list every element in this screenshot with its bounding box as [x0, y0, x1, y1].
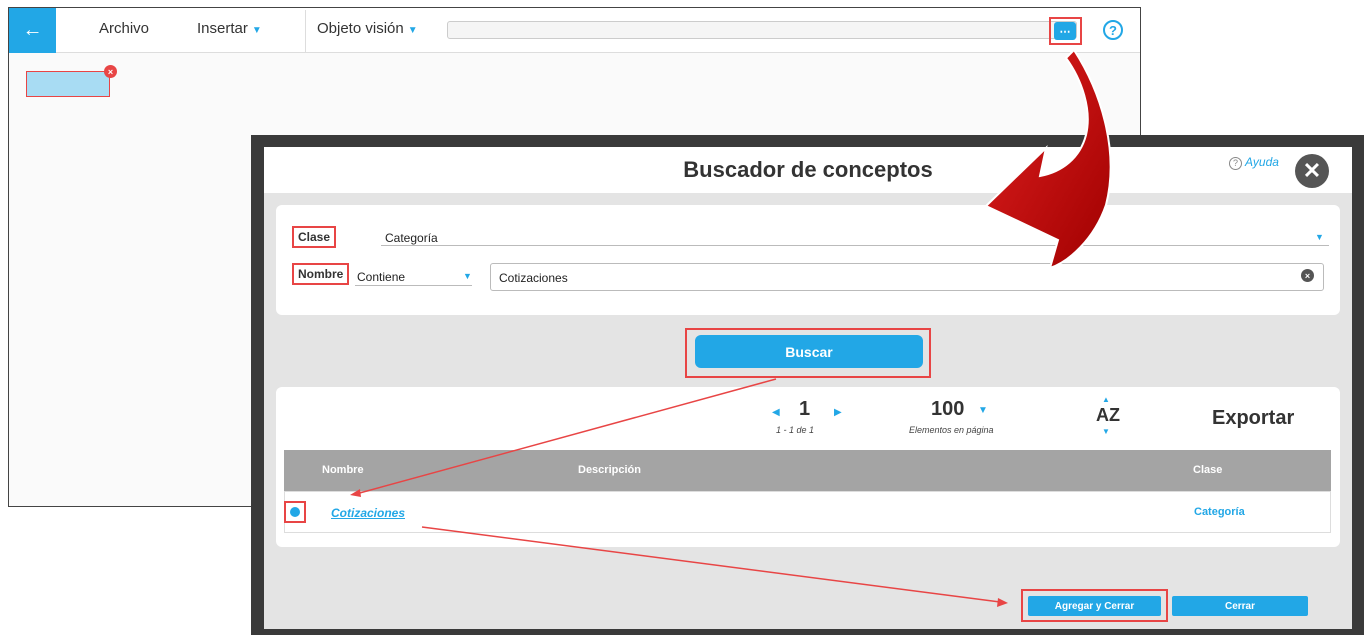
filter-panel: Clase Categoría ▼ Nombre Contiene ▼ Coti…: [276, 205, 1340, 315]
menu-archivo[interactable]: Archivo: [99, 20, 149, 37]
vision-object-field[interactable]: [447, 21, 1077, 39]
column-header-name[interactable]: Nombre: [322, 464, 364, 476]
column-header-class[interactable]: Clase: [1193, 464, 1222, 476]
dialog-header: Buscador de conceptos ? Ayuda ✕: [264, 147, 1352, 193]
next-page-icon[interactable]: ▶: [834, 407, 842, 418]
caret-down-icon[interactable]: ▼: [978, 405, 988, 416]
canvas-element[interactable]: [26, 71, 110, 97]
dialog-title: Buscador de conceptos: [683, 157, 933, 182]
name-search-input[interactable]: Cotizaciones: [490, 263, 1324, 291]
remove-element-icon[interactable]: ×: [104, 65, 117, 78]
question-circle-icon: ?: [1229, 157, 1242, 170]
clear-input-icon[interactable]: ×: [1301, 269, 1314, 282]
per-page-label: Elementos en página: [909, 425, 994, 435]
row-class: Categoría: [1194, 506, 1245, 518]
caret-down-icon: ▼: [251, 25, 262, 36]
concept-search-dialog: Buscador de conceptos ? Ayuda ✕ Clase Cat…: [264, 147, 1352, 629]
toolbar-divider: [305, 10, 306, 52]
table-header: Nombre Descripción Clase: [284, 450, 1331, 491]
per-page-select[interactable]: 100: [931, 398, 964, 421]
sort-down-icon[interactable]: ▼: [1102, 427, 1110, 436]
add-and-close-button[interactable]: Agregar y Cerrar: [1028, 596, 1161, 616]
caret-down-icon: ▼: [407, 25, 418, 36]
ellipsis-icon: ⋯: [1059, 25, 1071, 38]
operator-select[interactable]: Contiene: [357, 270, 405, 284]
menu-objeto-vision[interactable]: Objeto visión ▼: [317, 20, 418, 37]
page-range: 1 - 1 de 1: [776, 425, 815, 435]
arrow-left-icon: ←: [22, 19, 43, 41]
caret-down-icon[interactable]: ▼: [1315, 232, 1324, 242]
row-select-radio[interactable]: [290, 507, 300, 517]
results-panel: ◀ 1 ▶ 1 - 1 de 1 100 ▼ Elementos en pági…: [276, 387, 1340, 547]
help-link[interactable]: ? Ayuda: [1229, 155, 1279, 170]
menu-insertar[interactable]: Insertar ▼: [197, 20, 262, 37]
column-header-description[interactable]: Descripción: [578, 464, 641, 476]
close-dialog-button[interactable]: ✕: [1295, 154, 1329, 188]
class-select[interactable]: Categoría: [385, 231, 438, 245]
sort-button[interactable]: AZ: [1096, 405, 1120, 426]
current-page: 1: [799, 398, 811, 420]
class-label: Clase: [292, 226, 337, 248]
search-button[interactable]: Buscar: [695, 335, 923, 368]
prev-page-icon[interactable]: ◀: [772, 407, 780, 418]
help-icon[interactable]: ?: [1103, 20, 1123, 40]
name-label: Nombre: [292, 263, 350, 285]
export-button[interactable]: Exportar: [1212, 407, 1294, 430]
back-button[interactable]: ←: [9, 8, 56, 53]
operator-underline: [355, 285, 472, 286]
toolbar: ← Archivo Insertar ▼ Objeto visión ▼ ⋯ ?: [9, 8, 1140, 53]
more-options-button[interactable]: ⋯: [1054, 22, 1076, 40]
table-row[interactable]: Cotizaciones Categoría: [284, 491, 1331, 533]
sort-up-icon[interactable]: ▲: [1102, 395, 1110, 404]
name-search-value: Cotizaciones: [499, 271, 568, 285]
close-icon: ✕: [1302, 158, 1322, 183]
close-button[interactable]: Cerrar: [1172, 596, 1308, 616]
row-name-link[interactable]: Cotizaciones: [331, 506, 405, 520]
class-select-underline: [381, 245, 1329, 246]
caret-down-icon[interactable]: ▼: [463, 271, 472, 281]
